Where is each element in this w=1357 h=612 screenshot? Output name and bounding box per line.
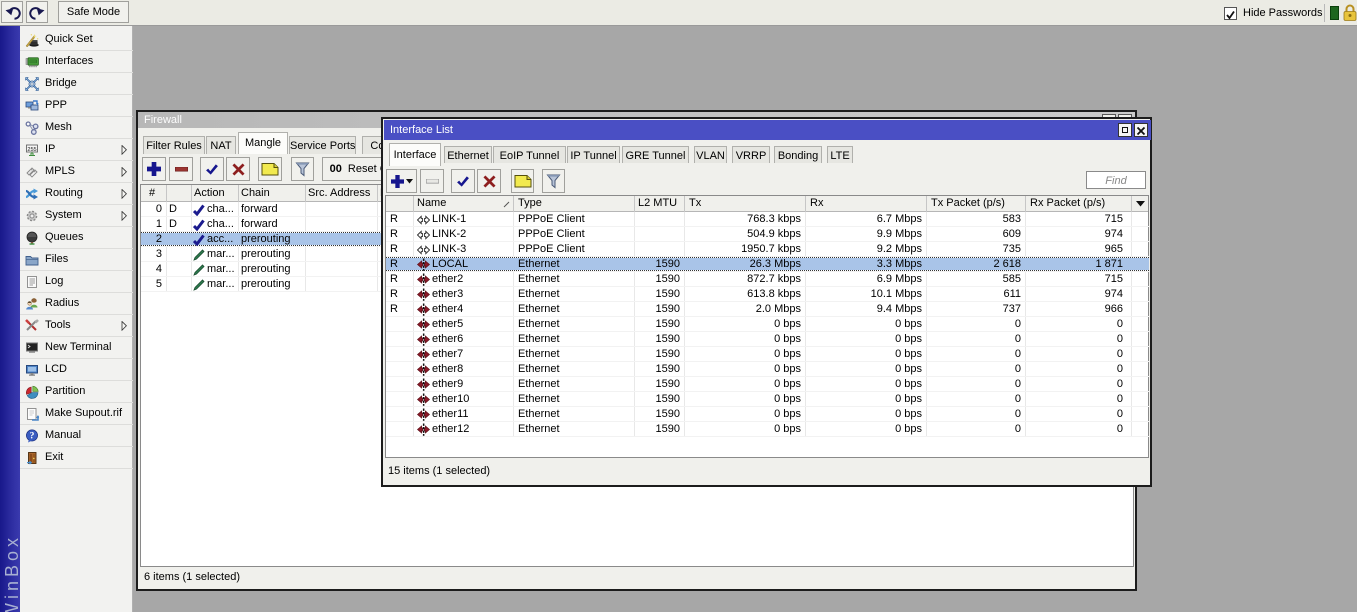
- svg-text:255: 255: [27, 147, 36, 153]
- svg-text:?: ?: [30, 432, 35, 442]
